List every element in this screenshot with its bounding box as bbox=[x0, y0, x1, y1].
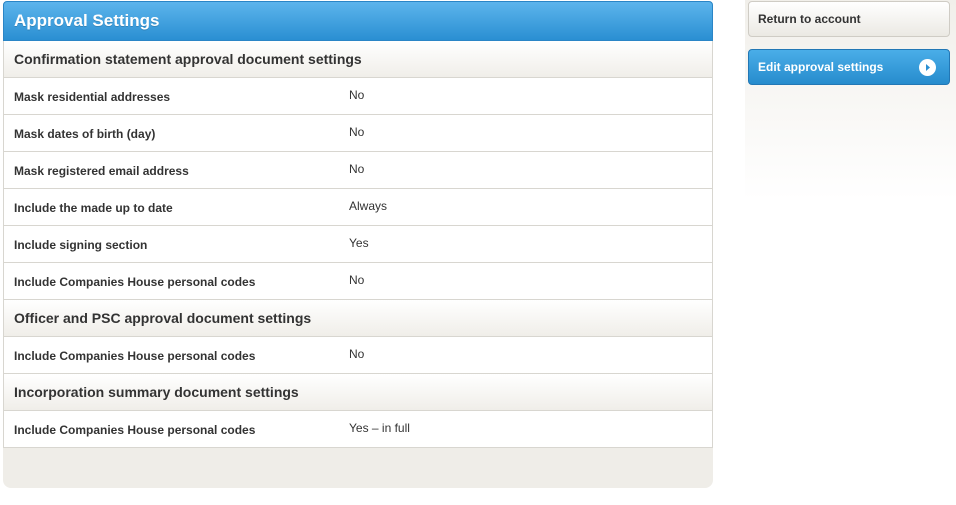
setting-row-include-personal-codes-cs: Include Companies House personal codes N… bbox=[3, 263, 713, 300]
setting-value: Yes bbox=[349, 236, 369, 250]
edit-approval-settings-button[interactable]: Edit approval settings bbox=[748, 49, 950, 85]
setting-row-include-personal-codes-officer: Include Companies House personal codes N… bbox=[3, 337, 713, 374]
setting-row-mask-registered-email: Mask registered email address No bbox=[3, 152, 713, 189]
setting-value: No bbox=[349, 162, 365, 176]
setting-row-include-made-up-to-date: Include the made up to date Always bbox=[3, 189, 713, 226]
return-to-account-button[interactable]: Return to account bbox=[748, 1, 950, 37]
section-heading-incorporation-summary: Incorporation summary document settings bbox=[3, 374, 713, 411]
panel-header: Approval Settings bbox=[3, 1, 713, 41]
setting-label: Mask registered email address bbox=[14, 164, 189, 178]
setting-row-include-personal-codes-incorporation: Include Companies House personal codes Y… bbox=[3, 411, 713, 448]
setting-label: Include Companies House personal codes bbox=[14, 275, 256, 289]
setting-value: No bbox=[349, 125, 365, 139]
setting-label: Include Companies House personal codes bbox=[14, 423, 256, 437]
setting-value: No bbox=[349, 273, 365, 287]
section-heading-officer-psc: Officer and PSC approval document settin… bbox=[3, 300, 713, 337]
setting-value: No bbox=[349, 347, 365, 361]
setting-label: Include the made up to date bbox=[14, 201, 173, 215]
setting-value: No bbox=[349, 88, 365, 102]
section-heading-confirmation-statement: Confirmation statement approval document… bbox=[3, 41, 713, 78]
return-to-account-label: Return to account bbox=[758, 12, 861, 26]
approval-settings-panel: Approval Settings Confirmation statement… bbox=[3, 1, 713, 488]
setting-label: Include signing section bbox=[14, 238, 148, 252]
chevron-right-circle-icon bbox=[919, 59, 936, 76]
panel-title: Approval Settings bbox=[14, 11, 160, 30]
setting-row-include-signing-section: Include signing section Yes bbox=[3, 226, 713, 263]
setting-label: Mask residential addresses bbox=[14, 90, 171, 104]
setting-label: Include Companies House personal codes bbox=[14, 349, 256, 363]
setting-row-mask-residential-addresses: Mask residential addresses No bbox=[3, 78, 713, 115]
setting-value: Yes – in full bbox=[349, 421, 410, 435]
setting-row-mask-dates-of-birth: Mask dates of birth (day) No bbox=[3, 115, 713, 152]
setting-value: Always bbox=[349, 199, 388, 213]
setting-label: Mask dates of birth (day) bbox=[14, 127, 156, 141]
edit-approval-settings-label: Edit approval settings bbox=[758, 60, 884, 74]
